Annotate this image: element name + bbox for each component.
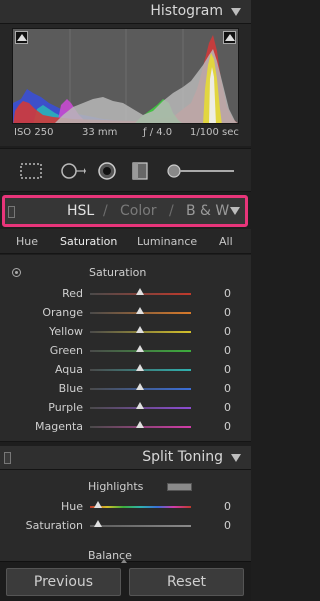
hsl-row-aqua: Aqua 0 [0, 361, 251, 380]
footer-bar: Previous Reset [0, 559, 251, 601]
target-adjustment-icon[interactable] [12, 268, 21, 277]
panel-end-arrow-icon [121, 559, 127, 563]
hsl-row-value[interactable]: 0 [224, 363, 231, 376]
panel-toggle-switch[interactable] [8, 206, 15, 218]
hsl-row-label: Orange [42, 306, 83, 319]
split-saturation-row: Saturation 0 [0, 517, 251, 536]
split-toning-header[interactable]: Split Toning [0, 446, 251, 470]
hsl-slider-thumb[interactable] [136, 383, 144, 390]
hsl-row-label: Purple [48, 401, 83, 414]
split-saturation-label: Saturation [25, 519, 83, 532]
hsl-row-green: Green 0 [0, 342, 251, 361]
hsl-row-magenta: Magenta 0 [0, 418, 251, 437]
hsl-row-label: Red [62, 287, 83, 300]
split-hue-row: Hue 0 [0, 498, 251, 517]
histogram-svg [13, 29, 238, 123]
mode-bw[interactable]: B & W [186, 203, 229, 219]
hsl-row-blue: Blue 0 [0, 380, 251, 399]
histogram-title: Histogram [150, 3, 223, 19]
split-hue-slider-thumb[interactable] [94, 501, 102, 508]
adjustment-brush-icon[interactable] [164, 161, 236, 181]
histogram-panel: ISO 250 33 mm ƒ / 4.0 1/100 sec [0, 24, 251, 146]
spot-removal-icon[interactable] [58, 161, 86, 181]
tool-strip [0, 148, 251, 192]
hsl-slider-thumb[interactable] [136, 345, 144, 352]
split-toning-body: Highlights Hue 0 Saturation 0 Balance [0, 470, 251, 566]
mode-separator: / [169, 203, 174, 219]
mode-hsl[interactable]: HSL [67, 203, 94, 219]
tab-hue[interactable]: Hue [16, 235, 38, 248]
hsl-row-red: Red 0 [0, 285, 251, 304]
split-hue-label: Hue [60, 500, 83, 513]
crop-overlay-icon[interactable] [18, 161, 44, 181]
tab-all[interactable]: All [219, 235, 233, 248]
hsl-row-orange: Orange 0 [0, 304, 251, 323]
hsl-row-label: Yellow [49, 325, 83, 338]
previous-button[interactable]: Previous [6, 568, 121, 596]
highlights-color-swatch[interactable] [167, 483, 192, 491]
hsl-slider-thumb[interactable] [136, 402, 144, 409]
highlight-clipping-icon[interactable] [223, 31, 236, 44]
collapse-triangle-icon[interactable] [231, 454, 241, 462]
exif-aperture: ƒ / 4.0 [143, 127, 173, 138]
split-saturation-value[interactable]: 0 [224, 519, 231, 532]
collapse-triangle-icon[interactable] [231, 8, 241, 16]
hsl-body: Saturation Red 0 Orange 0 Yellow 0 Green 0 Aqua 0… [0, 255, 251, 442]
hsl-row-value[interactable]: 0 [224, 420, 231, 433]
exif-iso: ISO 250 [14, 127, 54, 138]
hsl-row-label: Green [49, 344, 83, 357]
section-title: Saturation [89, 266, 147, 279]
hsl-slider-thumb[interactable] [136, 421, 144, 428]
tab-luminance[interactable]: Luminance [137, 235, 197, 248]
hsl-slider-thumb[interactable] [136, 364, 144, 371]
hsl-slider-thumb[interactable] [136, 288, 144, 295]
graduated-filter-icon[interactable] [130, 161, 152, 181]
mode-separator: / [103, 203, 108, 219]
tab-saturation[interactable]: Saturation [60, 235, 117, 248]
hsl-row-value[interactable]: 0 [224, 401, 231, 414]
hsl-row-value[interactable]: 0 [224, 382, 231, 395]
hsl-panel-header[interactable]: HSL / Color / B & W [2, 195, 248, 227]
hsl-row-value[interactable]: 0 [224, 344, 231, 357]
histogram-graph [12, 28, 239, 124]
red-eye-icon[interactable] [96, 161, 118, 181]
split-saturation-slider-thumb[interactable] [94, 520, 102, 527]
hsl-row-label: Magenta [34, 420, 83, 433]
histogram-header[interactable]: Histogram [0, 0, 251, 24]
hsl-row-value[interactable]: 0 [224, 325, 231, 338]
exif-shutter: 1/100 sec [190, 127, 239, 138]
split-hue-slider-track[interactable] [90, 506, 191, 508]
mode-color[interactable]: Color [120, 203, 157, 219]
hsl-row-label: Blue [58, 382, 83, 395]
hsl-slider-thumb[interactable] [136, 307, 144, 314]
hsl-row-value[interactable]: 0 [224, 287, 231, 300]
hsl-slider-thumb[interactable] [136, 326, 144, 333]
reset-button[interactable]: Reset [129, 568, 244, 596]
panel-toggle-switch[interactable] [4, 452, 11, 464]
highlights-label: Highlights [88, 480, 144, 493]
hsl-tabs: Hue Saturation Luminance All [0, 229, 251, 254]
split-saturation-slider-track[interactable] [90, 525, 191, 527]
hsl-row-label: Aqua [54, 363, 83, 376]
shadow-clipping-icon[interactable] [15, 31, 28, 44]
hsl-row-yellow: Yellow 0 [0, 323, 251, 342]
exif-focal-length: 33 mm [82, 127, 118, 138]
split-hue-value[interactable]: 0 [224, 500, 231, 513]
hsl-row-value[interactable]: 0 [224, 306, 231, 319]
hsl-row-purple: Purple 0 [0, 399, 251, 418]
split-toning-title: Split Toning [142, 449, 223, 465]
collapse-triangle-icon[interactable] [230, 207, 240, 215]
